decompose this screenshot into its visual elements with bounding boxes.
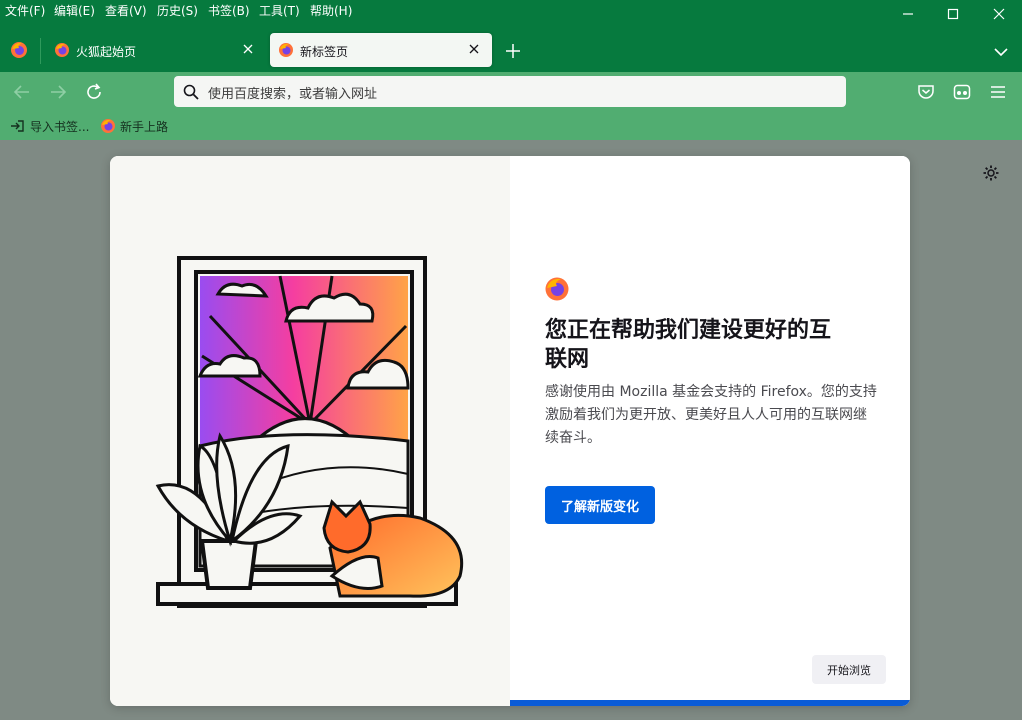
- close-window-button[interactable]: [976, 0, 1022, 28]
- app-menu-button[interactable]: [984, 78, 1012, 106]
- firefox-view-button[interactable]: [4, 36, 34, 64]
- tab-new-tab[interactable]: 新标签页: [270, 33, 492, 67]
- search-icon: [183, 84, 199, 100]
- close-tab-icon[interactable]: [466, 41, 482, 57]
- menu-file[interactable]: 文件(F): [5, 2, 45, 19]
- pocket-icon: [918, 85, 934, 99]
- menu-history[interactable]: 历史(S): [157, 2, 198, 19]
- pocket-button[interactable]: [912, 78, 940, 106]
- menu-edit[interactable]: 编辑(E): [54, 2, 95, 19]
- settings-button[interactable]: [980, 162, 1002, 184]
- close-icon: [993, 8, 1005, 20]
- menu-bar: 文件(F) 编辑(E) 查看(V) 历史(S) 书签(B) 工具(T) 帮助(H…: [0, 0, 1022, 30]
- chevron-down-icon: [994, 48, 1008, 57]
- bookmark-label: 新手上路: [120, 120, 169, 134]
- window-fox-illustration: [155, 256, 464, 608]
- illustration-panel: [110, 156, 510, 706]
- bookmark-getting-started[interactable]: 新手上路: [98, 112, 174, 140]
- dialog-body-text: 感谢使用由 Mozilla 基金会支持的 Firefox。您的支持激励着我们为更…: [545, 384, 877, 446]
- welcome-dialog: 您正在帮助我们建设更好的互联网 感谢使用由 Mozilla 基金会支持的 Fir…: [110, 156, 910, 706]
- firefox-icon: [279, 43, 293, 57]
- tab-title: 火狐起始页: [76, 45, 137, 59]
- onboarding-progress-bar: [510, 700, 910, 706]
- firefox-icon: [101, 119, 115, 133]
- minimize-icon: [903, 13, 913, 15]
- firefox-icon: [11, 42, 27, 58]
- reload-button[interactable]: [80, 78, 108, 106]
- plus-icon: [506, 44, 520, 58]
- forward-arrow-icon: [51, 85, 67, 99]
- account-button[interactable]: [948, 78, 976, 106]
- back-button[interactable]: [8, 78, 36, 106]
- menu-bookmarks[interactable]: 书签(B): [208, 2, 250, 19]
- firefox-logo-icon: [545, 277, 569, 301]
- learn-whats-new-button[interactable]: 了解新版变化: [545, 486, 655, 524]
- url-bar[interactable]: 使用百度搜索，或者输入网址: [174, 76, 846, 107]
- bookmarks-toolbar: 导入书签... 新手上路: [0, 112, 1022, 140]
- tab-strip: 火狐起始页 新标签页: [0, 30, 1022, 72]
- dialog-headline: 您正在帮助我们建设更好的互联网: [545, 318, 832, 372]
- menu-help[interactable]: 帮助(H): [310, 2, 352, 19]
- bookmark-label: 导入书签...: [30, 120, 90, 134]
- message-panel: 您正在帮助我们建设更好的互联网 感谢使用由 Mozilla 基金会支持的 Fir…: [510, 156, 910, 706]
- back-arrow-icon: [13, 85, 29, 99]
- menu-tools[interactable]: 工具(T): [259, 2, 300, 19]
- gear-icon: [983, 165, 999, 181]
- bookmark-import[interactable]: 导入书签...: [8, 112, 92, 140]
- minimize-button[interactable]: [885, 0, 931, 28]
- forward-button[interactable]: [44, 78, 72, 106]
- import-icon: [11, 120, 24, 132]
- tab-firefox-start[interactable]: 火狐起始页: [44, 33, 266, 67]
- maximize-button[interactable]: [930, 0, 976, 28]
- firefox-icon: [55, 43, 69, 57]
- account-icon: [953, 84, 971, 100]
- start-browsing-button[interactable]: 开始浏览: [812, 655, 886, 684]
- hamburger-menu-icon: [991, 86, 1005, 98]
- list-tabs-button[interactable]: [988, 38, 1014, 64]
- menu-view[interactable]: 查看(V): [105, 2, 147, 19]
- close-tab-icon[interactable]: [240, 41, 256, 57]
- tab-divider: [40, 38, 41, 64]
- url-input-placeholder[interactable]: 使用百度搜索，或者输入网址: [208, 83, 377, 102]
- tab-title: 新标签页: [300, 45, 349, 59]
- new-tab-button[interactable]: [500, 38, 526, 64]
- maximize-icon: [947, 8, 959, 20]
- reload-icon: [87, 83, 101, 99]
